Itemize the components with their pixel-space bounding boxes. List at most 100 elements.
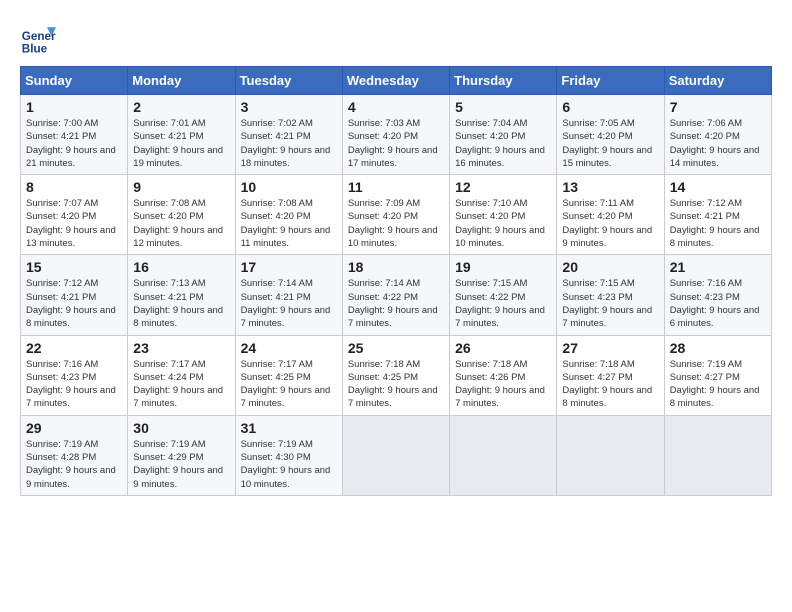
day-info: Sunrise: 7:19 AMSunset: 4:28 PMDaylight:… — [26, 439, 116, 490]
calendar-cell: 7 Sunrise: 7:06 AMSunset: 4:20 PMDayligh… — [664, 95, 771, 175]
calendar-cell: 3 Sunrise: 7:02 AMSunset: 4:21 PMDayligh… — [235, 95, 342, 175]
day-info: Sunrise: 7:18 AMSunset: 4:26 PMDaylight:… — [455, 359, 545, 410]
day-number: 13 — [562, 179, 658, 195]
day-info: Sunrise: 7:08 AMSunset: 4:20 PMDaylight:… — [241, 198, 331, 249]
calendar-cell: 28 Sunrise: 7:19 AMSunset: 4:27 PMDaylig… — [664, 335, 771, 415]
day-number: 18 — [348, 259, 444, 275]
day-number: 1 — [26, 99, 122, 115]
day-number: 6 — [562, 99, 658, 115]
day-info: Sunrise: 7:06 AMSunset: 4:20 PMDaylight:… — [670, 118, 760, 169]
calendar-week-3: 15 Sunrise: 7:12 AMSunset: 4:21 PMDaylig… — [21, 255, 772, 335]
day-number: 3 — [241, 99, 337, 115]
day-info: Sunrise: 7:19 AMSunset: 4:27 PMDaylight:… — [670, 359, 760, 410]
calendar-cell: 16 Sunrise: 7:13 AMSunset: 4:21 PMDaylig… — [128, 255, 235, 335]
day-info: Sunrise: 7:18 AMSunset: 4:27 PMDaylight:… — [562, 359, 652, 410]
day-number: 17 — [241, 259, 337, 275]
calendar-cell: 20 Sunrise: 7:15 AMSunset: 4:23 PMDaylig… — [557, 255, 664, 335]
day-info: Sunrise: 7:19 AMSunset: 4:29 PMDaylight:… — [133, 439, 223, 490]
calendar-cell: 24 Sunrise: 7:17 AMSunset: 4:25 PMDaylig… — [235, 335, 342, 415]
day-info: Sunrise: 7:15 AMSunset: 4:22 PMDaylight:… — [455, 278, 545, 329]
day-number: 7 — [670, 99, 766, 115]
calendar-week-4: 22 Sunrise: 7:16 AMSunset: 4:23 PMDaylig… — [21, 335, 772, 415]
calendar-cell — [557, 415, 664, 495]
calendar-cell: 11 Sunrise: 7:09 AMSunset: 4:20 PMDaylig… — [342, 175, 449, 255]
calendar-cell: 26 Sunrise: 7:18 AMSunset: 4:26 PMDaylig… — [450, 335, 557, 415]
calendar-week-2: 8 Sunrise: 7:07 AMSunset: 4:20 PMDayligh… — [21, 175, 772, 255]
calendar-cell: 27 Sunrise: 7:18 AMSunset: 4:27 PMDaylig… — [557, 335, 664, 415]
calendar-cell: 23 Sunrise: 7:17 AMSunset: 4:24 PMDaylig… — [128, 335, 235, 415]
day-number: 31 — [241, 420, 337, 436]
day-number: 19 — [455, 259, 551, 275]
calendar-cell: 8 Sunrise: 7:07 AMSunset: 4:20 PMDayligh… — [21, 175, 128, 255]
calendar-cell — [450, 415, 557, 495]
day-info: Sunrise: 7:13 AMSunset: 4:21 PMDaylight:… — [133, 278, 223, 329]
day-info: Sunrise: 7:09 AMSunset: 4:20 PMDaylight:… — [348, 198, 438, 249]
calendar-cell: 22 Sunrise: 7:16 AMSunset: 4:23 PMDaylig… — [21, 335, 128, 415]
day-number: 23 — [133, 340, 229, 356]
calendar-cell: 31 Sunrise: 7:19 AMSunset: 4:30 PMDaylig… — [235, 415, 342, 495]
calendar-cell — [664, 415, 771, 495]
day-info: Sunrise: 7:12 AMSunset: 4:21 PMDaylight:… — [670, 198, 760, 249]
col-sunday: Sunday — [21, 67, 128, 95]
calendar-cell: 1 Sunrise: 7:00 AMSunset: 4:21 PMDayligh… — [21, 95, 128, 175]
day-number: 30 — [133, 420, 229, 436]
day-info: Sunrise: 7:10 AMSunset: 4:20 PMDaylight:… — [455, 198, 545, 249]
calendar-cell: 13 Sunrise: 7:11 AMSunset: 4:20 PMDaylig… — [557, 175, 664, 255]
col-tuesday: Tuesday — [235, 67, 342, 95]
day-info: Sunrise: 7:05 AMSunset: 4:20 PMDaylight:… — [562, 118, 652, 169]
day-number: 11 — [348, 179, 444, 195]
calendar-week-1: 1 Sunrise: 7:00 AMSunset: 4:21 PMDayligh… — [21, 95, 772, 175]
calendar-cell: 30 Sunrise: 7:19 AMSunset: 4:29 PMDaylig… — [128, 415, 235, 495]
day-info: Sunrise: 7:16 AMSunset: 4:23 PMDaylight:… — [26, 359, 116, 410]
day-number: 4 — [348, 99, 444, 115]
day-info: Sunrise: 7:00 AMSunset: 4:21 PMDaylight:… — [26, 118, 116, 169]
day-info: Sunrise: 7:03 AMSunset: 4:20 PMDaylight:… — [348, 118, 438, 169]
calendar-cell: 25 Sunrise: 7:18 AMSunset: 4:25 PMDaylig… — [342, 335, 449, 415]
day-number: 28 — [670, 340, 766, 356]
day-number: 24 — [241, 340, 337, 356]
svg-text:Blue: Blue — [22, 42, 48, 55]
day-info: Sunrise: 7:07 AMSunset: 4:20 PMDaylight:… — [26, 198, 116, 249]
col-saturday: Saturday — [664, 67, 771, 95]
calendar-cell: 17 Sunrise: 7:14 AMSunset: 4:21 PMDaylig… — [235, 255, 342, 335]
day-number: 12 — [455, 179, 551, 195]
day-info: Sunrise: 7:02 AMSunset: 4:21 PMDaylight:… — [241, 118, 331, 169]
day-number: 2 — [133, 99, 229, 115]
calendar-cell: 21 Sunrise: 7:16 AMSunset: 4:23 PMDaylig… — [664, 255, 771, 335]
calendar-cell: 4 Sunrise: 7:03 AMSunset: 4:20 PMDayligh… — [342, 95, 449, 175]
day-info: Sunrise: 7:17 AMSunset: 4:24 PMDaylight:… — [133, 359, 223, 410]
header: General Blue — [20, 20, 772, 56]
day-info: Sunrise: 7:14 AMSunset: 4:22 PMDaylight:… — [348, 278, 438, 329]
day-number: 5 — [455, 99, 551, 115]
day-number: 15 — [26, 259, 122, 275]
calendar-cell: 10 Sunrise: 7:08 AMSunset: 4:20 PMDaylig… — [235, 175, 342, 255]
day-number: 21 — [670, 259, 766, 275]
day-number: 10 — [241, 179, 337, 195]
calendar-table: Sunday Monday Tuesday Wednesday Thursday… — [20, 66, 772, 496]
calendar-cell: 15 Sunrise: 7:12 AMSunset: 4:21 PMDaylig… — [21, 255, 128, 335]
day-info: Sunrise: 7:15 AMSunset: 4:23 PMDaylight:… — [562, 278, 652, 329]
col-wednesday: Wednesday — [342, 67, 449, 95]
day-info: Sunrise: 7:08 AMSunset: 4:20 PMDaylight:… — [133, 198, 223, 249]
day-info: Sunrise: 7:12 AMSunset: 4:21 PMDaylight:… — [26, 278, 116, 329]
calendar-cell: 18 Sunrise: 7:14 AMSunset: 4:22 PMDaylig… — [342, 255, 449, 335]
calendar-cell: 2 Sunrise: 7:01 AMSunset: 4:21 PMDayligh… — [128, 95, 235, 175]
day-info: Sunrise: 7:19 AMSunset: 4:30 PMDaylight:… — [241, 439, 331, 490]
day-number: 22 — [26, 340, 122, 356]
calendar-cell: 29 Sunrise: 7:19 AMSunset: 4:28 PMDaylig… — [21, 415, 128, 495]
day-info: Sunrise: 7:16 AMSunset: 4:23 PMDaylight:… — [670, 278, 760, 329]
day-number: 8 — [26, 179, 122, 195]
calendar-cell: 6 Sunrise: 7:05 AMSunset: 4:20 PMDayligh… — [557, 95, 664, 175]
day-number: 16 — [133, 259, 229, 275]
day-number: 27 — [562, 340, 658, 356]
day-info: Sunrise: 7:18 AMSunset: 4:25 PMDaylight:… — [348, 359, 438, 410]
logo-icon: General Blue — [20, 20, 56, 56]
day-number: 29 — [26, 420, 122, 436]
day-number: 20 — [562, 259, 658, 275]
day-info: Sunrise: 7:11 AMSunset: 4:20 PMDaylight:… — [562, 198, 652, 249]
calendar-cell: 14 Sunrise: 7:12 AMSunset: 4:21 PMDaylig… — [664, 175, 771, 255]
calendar-cell: 5 Sunrise: 7:04 AMSunset: 4:20 PMDayligh… — [450, 95, 557, 175]
day-info: Sunrise: 7:14 AMSunset: 4:21 PMDaylight:… — [241, 278, 331, 329]
col-thursday: Thursday — [450, 67, 557, 95]
logo: General Blue — [20, 20, 62, 56]
